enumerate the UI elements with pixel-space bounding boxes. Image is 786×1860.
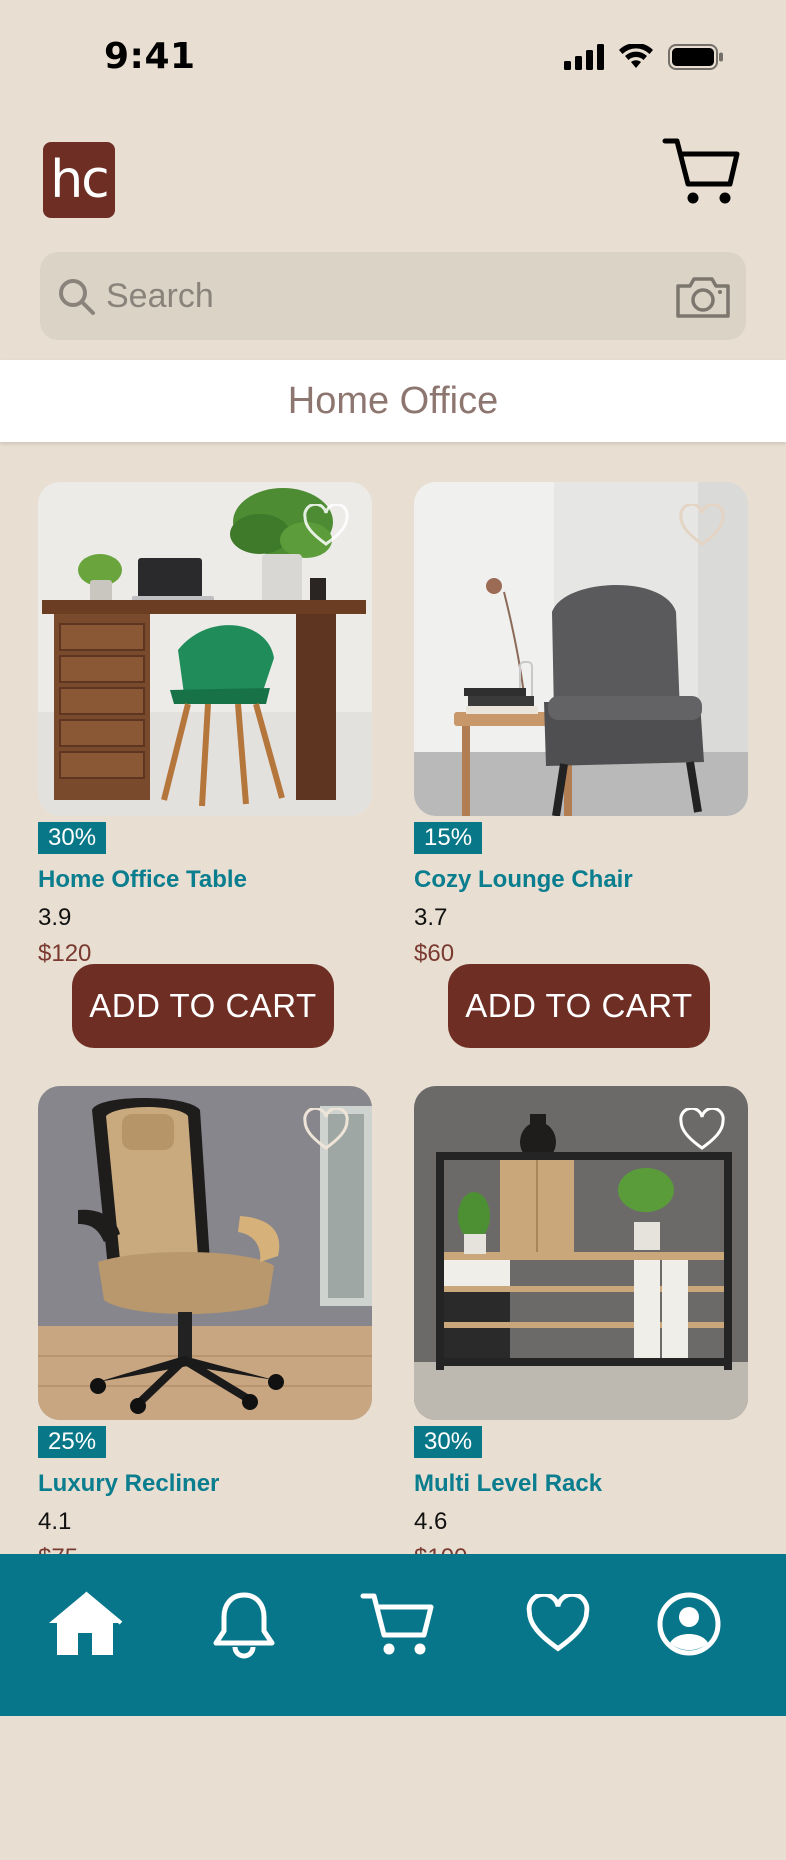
product-rating: 3.7 [414,904,448,931]
bottom-safe-area [0,1716,786,1860]
product-card[interactable]: 15% Cozy Lounge Chair 3.7 $60 ADD TO CAR… [414,482,748,1048]
status-time: 9:41 [104,36,196,77]
product-rating: 3.9 [38,904,72,931]
bell-icon [213,1592,275,1659]
battery-icon [668,44,723,70]
app-logo[interactable]: hc [43,142,115,218]
cart-icon [360,1593,434,1655]
product-image[interactable] [414,482,748,816]
product-card[interactable]: 30% Multi Level Rack 4.6 $100 [414,1086,748,1571]
discount-badge: 30% [38,822,107,854]
search-icon [59,279,95,315]
product-price: $120 [38,940,92,967]
favorite-heart-icon[interactable] [678,1108,726,1152]
discount-badge: 25% [38,1426,107,1458]
signal-icon [564,44,604,70]
product-rating: 4.1 [38,1508,72,1535]
search-input[interactable] [106,252,666,340]
search-bar[interactable] [40,252,746,340]
product-name[interactable]: Multi Level Rack [414,1470,602,1498]
camera-icon[interactable] [674,274,732,320]
cart-icon [662,138,740,204]
nav-profile[interactable] [649,1584,729,1664]
product-name[interactable]: Luxury Recliner [38,1470,219,1498]
home-icon [49,1591,123,1655]
product-rating: 4.6 [414,1508,448,1535]
status-icons [564,44,724,70]
category-bar: Home Office [0,360,786,442]
nav-notifications[interactable] [204,1584,284,1664]
favorite-heart-icon[interactable] [678,504,726,548]
nav-home[interactable] [45,1584,125,1664]
favorite-heart-icon[interactable] [302,504,350,548]
discount-badge: 15% [414,822,483,854]
add-to-cart-button[interactable]: ADD TO CART [448,964,710,1048]
product-card[interactable]: 30% Home Office Table 3.9 $120 ADD TO CA… [38,482,372,1048]
discount-badge: 30% [414,1426,483,1458]
nav-cart[interactable] [358,1584,438,1664]
status-bar: 9:41 [0,0,786,110]
product-image[interactable] [38,1086,372,1420]
bottom-navigation [0,1554,786,1716]
heart-icon [526,1594,590,1652]
product-card[interactable]: 25% Luxury Recliner 4.1 $75 [38,1086,372,1571]
nav-favorites[interactable] [518,1584,598,1664]
product-name[interactable]: Cozy Lounge Chair [414,866,633,894]
wifi-icon [619,44,653,68]
product-name[interactable]: Home Office Table [38,866,247,894]
product-image[interactable] [38,482,372,816]
add-to-cart-button[interactable]: ADD TO CART [72,964,334,1048]
product-price: $60 [414,940,455,967]
profile-icon [657,1592,721,1656]
category-title: Home Office [287,379,499,422]
product-image[interactable] [414,1086,748,1420]
favorite-heart-icon[interactable] [302,1108,350,1152]
header-cart-button[interactable] [662,136,740,206]
